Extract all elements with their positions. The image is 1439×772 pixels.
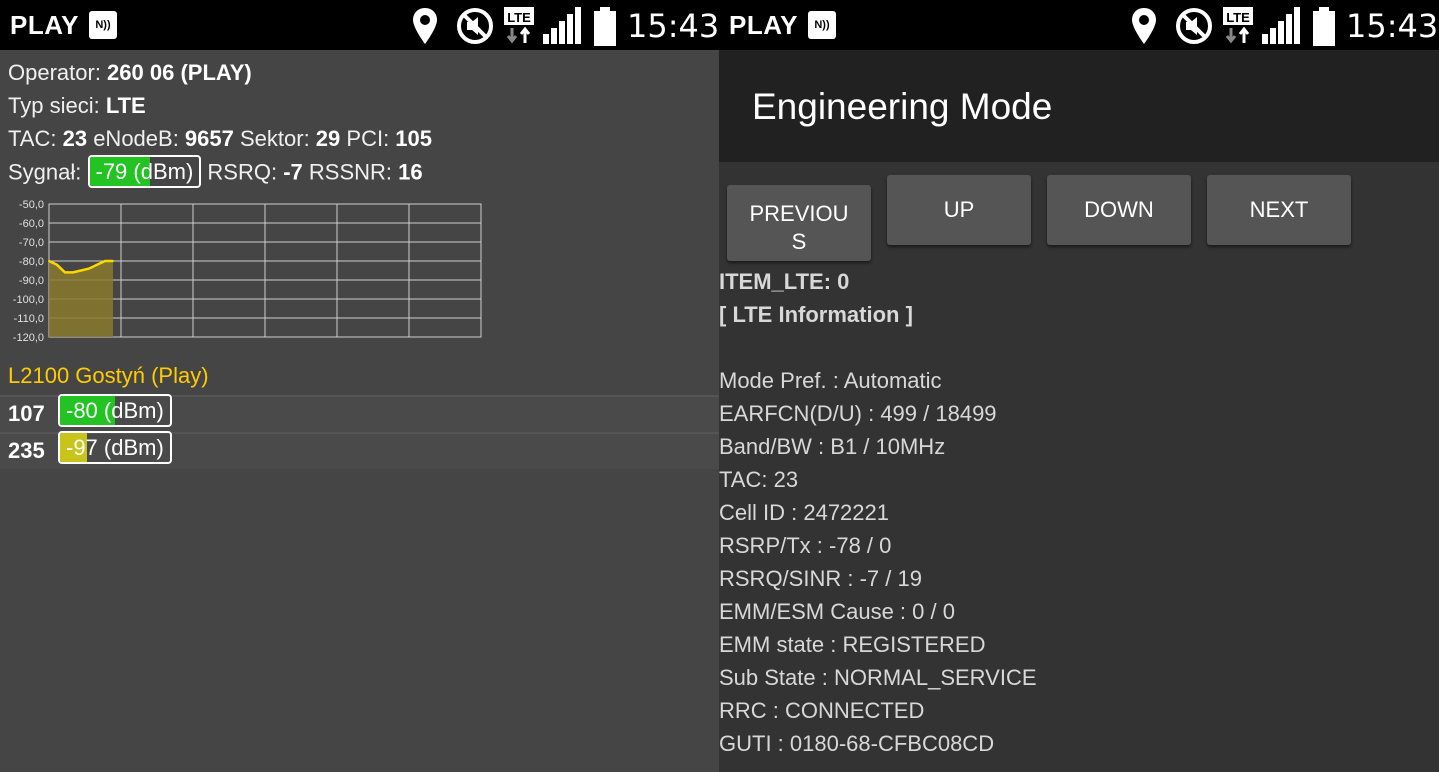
chart-data-point xyxy=(48,260,50,262)
app-bar: Engineering Mode xyxy=(719,50,1439,162)
lte-info-row: Mode Pref. : Automatic xyxy=(719,368,942,393)
lte-info-row: EARFCN(D/U) : 499 / 18499 xyxy=(719,401,997,426)
chart-y-tick-label: -120,0 xyxy=(13,332,44,344)
location-icon xyxy=(1132,8,1156,44)
chart-data-point xyxy=(72,271,74,274)
rsrq-label: RSRQ: xyxy=(201,159,284,185)
lte-info-row: EMM state : REGISTERED xyxy=(719,632,986,657)
serving-cell-name: L2100 Gostyń (Play) xyxy=(8,363,209,388)
rssnr-label: RSSNR: xyxy=(302,159,399,185)
nfc-icon: N)) xyxy=(89,11,117,39)
pci-label: PCI: xyxy=(340,126,396,151)
operator-value: 260 06 (PLAY) xyxy=(107,60,252,85)
engineering-mode-panel: PLAY N)) LTE 15:43 Engineering Mode PREV… xyxy=(719,0,1439,772)
carrier-label: PLAY xyxy=(10,10,79,40)
chart-y-tick-label: -80,0 xyxy=(19,256,44,268)
mute-icon xyxy=(457,8,493,44)
lte-info-row: RRC : CONNECTED xyxy=(719,698,925,723)
lte-data-icon: LTE xyxy=(1223,7,1253,44)
svg-text:LTE: LTE xyxy=(507,10,531,25)
carrier-label: PLAY xyxy=(729,10,798,40)
lte-info-row: GUTI : 0180-68-CFBC08CD xyxy=(719,731,995,756)
mute-icon xyxy=(1176,8,1212,44)
enodeb-label: eNodeB: xyxy=(87,126,185,151)
chart-data-point xyxy=(104,260,106,262)
operator-label: Operator: xyxy=(8,60,108,85)
sector-value: 29 xyxy=(315,126,341,151)
chart-y-tick-label: -100,0 xyxy=(13,294,44,306)
down-button[interactable]: DOWN xyxy=(1047,175,1191,245)
chart-y-tick-label: -70,0 xyxy=(19,237,44,249)
lte-info-row: Band/BW : B1 / 10MHz xyxy=(719,434,946,459)
neighbor-signal-meter: -80 (dBm) xyxy=(58,394,172,427)
neighbor-signal-meter: -97 (dBm) xyxy=(58,431,172,464)
lte-info-row: TAC: 23 xyxy=(719,467,799,492)
chart-y-tick-label: -50,0 xyxy=(19,199,44,211)
item-header: ITEM_LTE: 0 xyxy=(719,269,850,294)
network-type-line: Typ sieci: LTE xyxy=(8,93,146,119)
signal-value: -79 (dBm) xyxy=(95,159,194,184)
lte-info-row: Cell ID : 2472221 xyxy=(719,500,889,525)
clock: 15:43 xyxy=(627,7,719,45)
battery-icon xyxy=(594,7,616,46)
sector-label: Sektor: xyxy=(233,126,316,151)
chart-data-point xyxy=(56,263,58,266)
enodeb-value: 9657 xyxy=(184,126,234,151)
nfc-icon: N)) xyxy=(808,11,836,39)
cell-ids-line: TAC: 23 eNodeB: 9657 Sektor: 29 PCI: 105 xyxy=(8,126,432,152)
tac-label: TAC: xyxy=(8,126,63,151)
neighbor-signal-value: -80 (dBm) xyxy=(66,398,164,423)
location-icon xyxy=(413,8,437,44)
lte-info-row: RSRQ/SINR : -7 / 19 xyxy=(719,566,922,591)
battery-icon xyxy=(1313,7,1335,46)
chart-area-fill xyxy=(49,261,113,337)
page-title: Engineering Mode xyxy=(752,86,1053,127)
signal-meter: -79 (dBm) xyxy=(87,155,202,188)
chart-data-point xyxy=(96,263,98,266)
neighbor-pci: 235 xyxy=(8,438,45,463)
chart-y-tick-label: -60,0 xyxy=(19,218,44,230)
up-button[interactable]: UP xyxy=(887,175,1031,245)
operator-line: Operator: 260 06 (PLAY) xyxy=(8,60,252,86)
section-header: [ LTE Information ] xyxy=(719,302,913,327)
chart-data-point xyxy=(64,271,66,274)
chart-data-point xyxy=(80,269,82,272)
previous-button[interactable]: PREVIOUS xyxy=(727,185,871,261)
lte-info-row: EMM/ESM Cause : 0 / 0 xyxy=(719,599,955,624)
signal-line: Sygnał: -79 (dBm) RSRQ: -7 RSSNR: 16 xyxy=(8,155,423,188)
signal-history-chart: -50,0 -60,0 -70,0 -80,0 -90,0 -100,0 -110,0 -12… xyxy=(13,199,482,344)
network-info-panel: PLAY N)) LTE 15:43 Operator: 260 06 (PLA… xyxy=(0,0,719,772)
tac-value: 23 xyxy=(62,126,88,151)
svg-text:LTE: LTE xyxy=(1226,10,1250,25)
status-bar: PLAY N)) LTE 15:43 xyxy=(0,0,719,50)
next-button[interactable]: NEXT xyxy=(1207,175,1351,245)
clock: 15:43 xyxy=(1346,7,1439,45)
network-type-value: LTE xyxy=(105,93,146,118)
signal-label: Sygnał: xyxy=(8,159,88,185)
chart-y-tick-label: -90,0 xyxy=(19,275,44,287)
rssnr-value: 16 xyxy=(398,159,423,185)
neighbor-pci: 107 xyxy=(8,401,45,426)
chart-y-tick-label: -110,0 xyxy=(14,313,44,325)
chart-data-point xyxy=(88,267,90,270)
chart-data-point xyxy=(112,260,114,262)
status-bar: PLAY N)) LTE 15:43 xyxy=(719,0,1439,50)
lte-info-row: RSRP/Tx : -78 / 0 xyxy=(719,533,892,558)
lte-data-icon: LTE xyxy=(504,7,534,44)
signal-icon xyxy=(543,7,581,44)
network-type-label: Typ sieci: xyxy=(8,93,106,118)
neighbor-row: 235 -97 (dBm) xyxy=(0,431,719,469)
pci-value: 105 xyxy=(395,126,433,151)
neighbor-row: 107 -80 (dBm) xyxy=(0,394,719,432)
lte-info-row: Sub State : NORMAL_SERVICE xyxy=(719,665,1037,690)
neighbor-signal-value: -97 (dBm) xyxy=(66,435,164,460)
signal-icon xyxy=(1262,7,1300,44)
rsrq-value: -7 xyxy=(283,159,303,185)
